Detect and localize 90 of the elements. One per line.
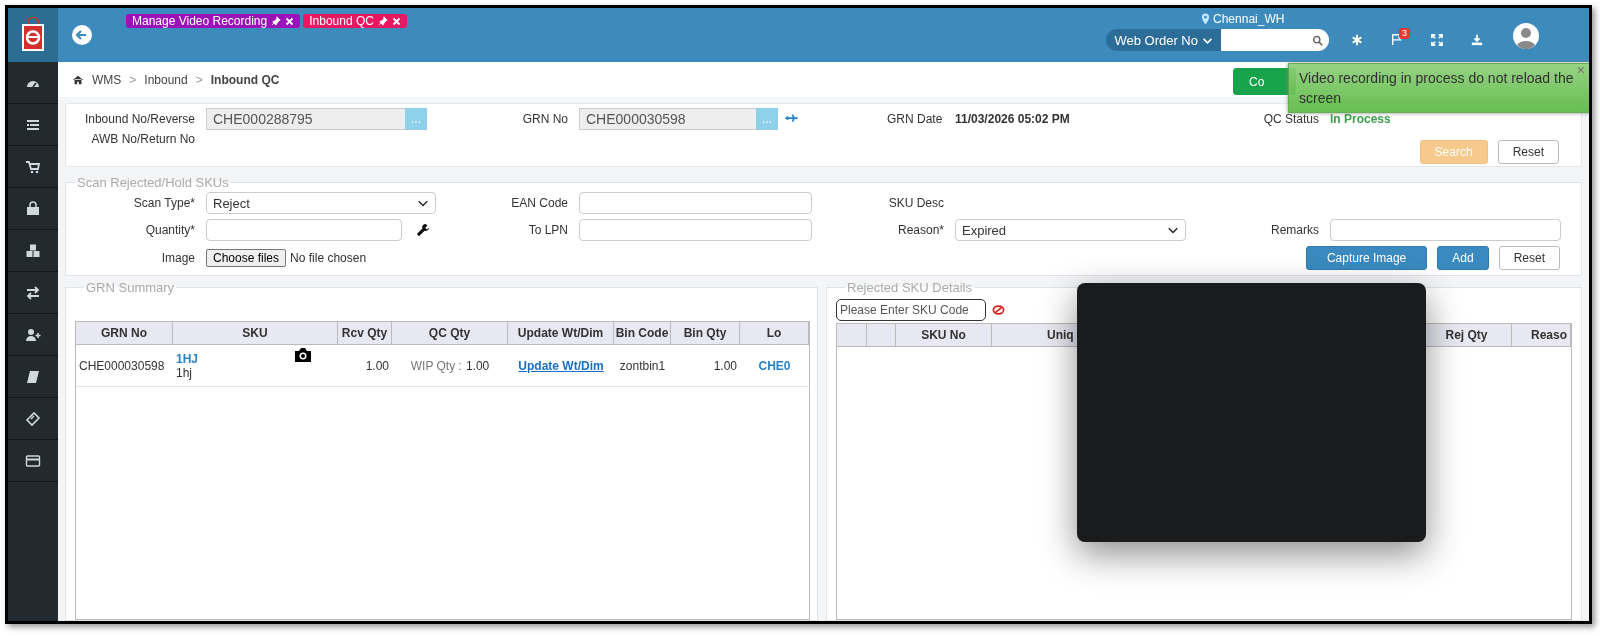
close-icon bbox=[391, 16, 401, 26]
bag-icon[interactable] bbox=[25, 200, 41, 217]
module-tab[interactable]: Manage Video Recording bbox=[126, 14, 301, 28]
field-label: Quantity* bbox=[144, 223, 196, 237]
breadcrumb-separator: > bbox=[195, 72, 203, 87]
reset-button[interactable]: Reset bbox=[1497, 140, 1559, 164]
input-field[interactable] bbox=[1330, 219, 1561, 241]
breadcrumb-separator: > bbox=[129, 72, 137, 87]
column-header: QC Qty bbox=[392, 322, 508, 345]
wip-qty-label: WIP Qty : bbox=[410, 358, 462, 373]
avatar-icon bbox=[1513, 22, 1539, 49]
section-title: Rejected SKU Details bbox=[846, 280, 973, 295]
table-cell: 1.00 bbox=[671, 345, 740, 387]
update-link[interactable]: Update Wt/Dim bbox=[518, 358, 604, 373]
transfer-icon[interactable] bbox=[25, 284, 41, 301]
field-label: QC Status bbox=[1262, 112, 1320, 126]
search-icon bbox=[1312, 34, 1323, 46]
field-label: Image bbox=[160, 251, 196, 265]
grn-date-value: 11/03/2026 05:02 PM bbox=[955, 112, 1071, 126]
column-header: Bin Code bbox=[614, 322, 671, 345]
flag-icon bbox=[1391, 33, 1403, 46]
close-button[interactable]: × bbox=[1576, 62, 1585, 78]
card-icon[interactable] bbox=[25, 452, 41, 469]
table-cell: CHE000030598 bbox=[76, 345, 173, 387]
download-icon bbox=[1471, 33, 1483, 46]
breadcrumb-item[interactable]: WMS bbox=[92, 72, 122, 87]
pin-icon bbox=[377, 16, 388, 26]
field-label: SKU Desc bbox=[887, 196, 945, 210]
column-header: SKU No bbox=[896, 324, 992, 347]
search-field[interactable] bbox=[1221, 29, 1329, 51]
field-label: Remarks bbox=[1270, 223, 1320, 237]
section-title: GRN Summary bbox=[85, 280, 176, 295]
capture-image-button[interactable]: Capture Image bbox=[1305, 246, 1428, 270]
input-field[interactable] bbox=[579, 192, 812, 214]
fullscreen-icon bbox=[1431, 33, 1443, 46]
breadcrumb-item[interactable]: Inbound bbox=[144, 72, 188, 87]
search-type-dropdown[interactable]: Web Order No bbox=[1106, 29, 1221, 51]
bag-logo-icon bbox=[19, 17, 47, 53]
cart-icon[interactable] bbox=[25, 158, 41, 175]
field-label: GRN Date bbox=[886, 112, 944, 126]
input-field[interactable] bbox=[579, 219, 812, 241]
location-link[interactable]: CHE0 bbox=[758, 358, 791, 373]
map-pin-icon bbox=[1201, 13, 1210, 25]
user-plus-icon[interactable] bbox=[25, 326, 41, 343]
column-header: GRN No bbox=[76, 322, 173, 345]
wrench-icon[interactable] bbox=[416, 223, 430, 237]
input-field[interactable] bbox=[206, 219, 402, 241]
file-status: No file chosen bbox=[290, 251, 367, 265]
qc-status-value: In Process bbox=[1330, 112, 1392, 126]
grn-field[interactable]: CHE000030598 bbox=[579, 108, 756, 130]
home-icon bbox=[72, 73, 84, 86]
table-cell: 1.00 bbox=[465, 358, 490, 373]
asterisk-icon bbox=[1351, 33, 1363, 46]
notification-badge: 3 bbox=[1399, 28, 1410, 39]
inbound-field[interactable]: CHE000288795 bbox=[206, 108, 405, 130]
ticket-icon[interactable] bbox=[25, 410, 41, 427]
sku-link[interactable]: 1HJ bbox=[176, 351, 198, 366]
column-header: Rcv Qty bbox=[338, 322, 392, 345]
sku-search-field[interactable]: Please Enter SKU Code bbox=[836, 299, 986, 321]
select-field[interactable]: Expired bbox=[955, 219, 1186, 241]
warehouse-location[interactable]: Chennai_WH bbox=[1201, 12, 1285, 26]
eraser-icon bbox=[992, 304, 1005, 316]
close-icon bbox=[285, 16, 295, 26]
column-header: Reaso bbox=[1512, 324, 1571, 347]
reset-button[interactable]: Reset bbox=[1498, 246, 1560, 270]
field-label: EAN Code bbox=[510, 196, 569, 210]
field-label: To LPN bbox=[527, 223, 569, 237]
field-label: Scan Type* bbox=[132, 196, 196, 210]
toast-message: Video recording in process do not reload the screen bbox=[1299, 70, 1574, 106]
column-header: Lo bbox=[740, 322, 809, 345]
field-label: GRN No bbox=[521, 112, 569, 126]
back-icon bbox=[72, 25, 92, 45]
add-button[interactable]: Add bbox=[1437, 246, 1489, 270]
breadcrumb-item: Inbound QC bbox=[210, 72, 280, 87]
table-cell: 1.00 bbox=[338, 345, 392, 387]
choose-files-button[interactable]: Choose files bbox=[206, 249, 287, 267]
field-label: Reason* bbox=[896, 223, 945, 237]
section-title: Scan Rejected/Hold SKUs bbox=[76, 175, 230, 190]
camera-icon[interactable] bbox=[293, 347, 313, 363]
column-header: SKU bbox=[173, 322, 338, 345]
cubes-icon[interactable] bbox=[25, 242, 41, 259]
column-header: Bin Qty bbox=[671, 322, 740, 345]
column-header: Update Wt/Dim bbox=[508, 322, 614, 345]
table-cell: zontbin1 bbox=[614, 345, 671, 387]
sku-description: 1hj bbox=[176, 365, 192, 380]
field-label: Inbound No/Reverse bbox=[83, 112, 196, 126]
pin-icon bbox=[271, 16, 282, 26]
field-label: AWB No/Return No bbox=[90, 132, 196, 146]
module-tab[interactable]: Inbound QC bbox=[303, 14, 407, 28]
select-field[interactable]: Reject bbox=[206, 192, 436, 214]
